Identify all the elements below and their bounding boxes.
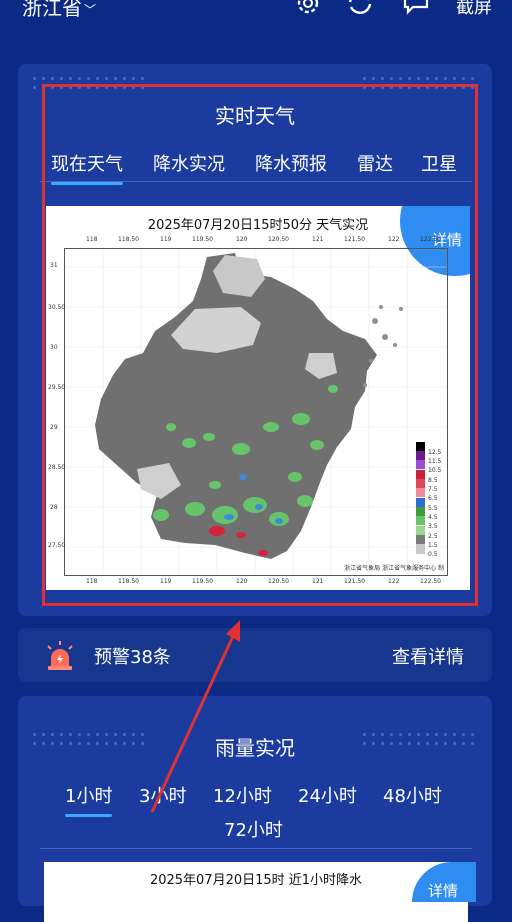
tab-satellite[interactable]: 卫星 xyxy=(421,150,457,176)
x-axis-tick-bottom: 119 xyxy=(160,578,172,585)
tab-24-hours[interactable]: 24小时 xyxy=(298,782,357,808)
tab-underline xyxy=(65,814,113,817)
legend-label: 10.5 xyxy=(428,467,442,474)
x-axis-tick-bottom: 122 xyxy=(388,578,400,585)
rainfall-map-panel[interactable]: 2025年07月20日15时 近1小时降水 详情 xyxy=(44,862,476,922)
y-axis-tick: 28 xyxy=(50,504,58,511)
x-axis-tick-bottom: 121.50 xyxy=(344,578,365,585)
tab-divider xyxy=(40,848,472,849)
x-axis-tick: 118 xyxy=(86,236,98,243)
tab-1-hour[interactable]: 1小时 xyxy=(65,782,113,817)
tab-label: 降水实况 xyxy=(153,154,225,175)
tab-label: 现在天气 xyxy=(51,154,123,175)
section-title: 雨量实况 xyxy=(215,736,295,760)
legend-label: 4.5 xyxy=(428,514,438,521)
x-axis-tick-bottom: 121 xyxy=(312,578,324,585)
tab-precip-forecast[interactable]: 降水预报 xyxy=(255,150,327,176)
y-axis-tick: 29 xyxy=(50,424,58,431)
x-axis-tick: 118.50 xyxy=(118,236,139,243)
legend-label: 6.5 xyxy=(428,495,438,502)
tab-label: 48小时 xyxy=(383,786,442,807)
legend-label: 8.5 xyxy=(428,477,438,484)
top-bar: 浙江省 ﹀ 截屏 xyxy=(0,0,512,26)
rain-legend xyxy=(416,442,425,554)
province-label: 浙江省 xyxy=(22,0,82,20)
x-axis-tick-bottom: 118 xyxy=(86,578,98,585)
zhejiang-map xyxy=(65,249,447,575)
section-title: 实时天气 xyxy=(215,104,295,128)
message-icon[interactable] xyxy=(402,0,430,20)
decor-dots xyxy=(360,74,480,94)
tab-3-hours[interactable]: 3小时 xyxy=(139,782,186,808)
legend-label: 1.5 xyxy=(428,542,438,549)
tab-divider xyxy=(40,181,472,182)
tab-label: 雷达 xyxy=(357,154,393,175)
decor-dots xyxy=(30,74,150,94)
map-credit: 浙江省气象局 浙江省气象服务中心 制 xyxy=(344,565,444,572)
warning-bar[interactable]: 预警38条 查看详情 xyxy=(18,628,492,682)
tab-precip-observed[interactable]: 降水实况 xyxy=(153,150,225,176)
view-details-link[interactable]: 查看详情 xyxy=(392,643,464,669)
x-axis-tick: 119 xyxy=(160,236,172,243)
y-axis-tick: 30 xyxy=(50,344,58,351)
warning-count: 预警38条 xyxy=(94,647,171,668)
x-axis-tick: 119.50 xyxy=(192,236,213,243)
tab-underline xyxy=(51,182,123,185)
tab-label: 12小时 xyxy=(213,786,272,807)
x-axis-tick: 120.50 xyxy=(268,236,289,243)
weather-map-panel[interactable]: 2025年07月20日15时50分 天气实况 详情 118 118.50 119… xyxy=(46,206,470,590)
x-axis-tick-bottom: 120 xyxy=(236,578,248,585)
tab-48-hours[interactable]: 48小时 xyxy=(383,782,442,808)
x-axis-tick: 121.50 xyxy=(344,236,365,243)
x-axis-tick-bottom: 119.50 xyxy=(192,578,213,585)
tab-label: 3小时 xyxy=(139,786,187,807)
y-axis-tick: 29.50 xyxy=(48,384,66,391)
tab-12-hours[interactable]: 12小时 xyxy=(213,782,272,808)
refresh-icon[interactable] xyxy=(346,0,374,20)
tab-radar[interactable]: 雷达 xyxy=(357,150,393,176)
chevron-down-icon: ﹀ xyxy=(84,3,97,17)
x-axis-tick: 122.50 xyxy=(420,236,441,243)
alarm-light-icon xyxy=(47,641,73,670)
tab-label: 72小时 xyxy=(224,820,283,841)
x-axis-tick: 120 xyxy=(236,236,248,243)
legend-label: 5.5 xyxy=(428,505,438,512)
y-axis-tick: 27.50 xyxy=(48,542,66,549)
tab-72-hours[interactable]: 72小时 xyxy=(224,816,283,842)
province-selector[interactable]: 浙江省 ﹀ xyxy=(22,0,96,21)
y-axis-tick: 28.50 xyxy=(48,464,66,471)
legend-label: 11.5 xyxy=(428,458,442,465)
legend-label: 2.5 xyxy=(428,533,438,540)
legend-label: 7.5 xyxy=(428,486,438,493)
map-frame xyxy=(64,248,448,576)
x-axis-tick-bottom: 120.50 xyxy=(268,578,289,585)
x-axis-tick: 122 xyxy=(388,236,400,243)
tab-label: 卫星 xyxy=(421,154,457,175)
x-axis-tick-bottom: 118.50 xyxy=(118,578,139,585)
y-axis-tick: 30.50 xyxy=(48,304,66,311)
detail-button[interactable]: 详情 xyxy=(428,880,458,901)
rain-map-title: 2025年07月20日15时 近1小时降水 xyxy=(149,873,363,888)
legend-label: 0.5 xyxy=(428,551,438,558)
tab-label: 24小时 xyxy=(298,786,357,807)
gear-icon[interactable] xyxy=(294,0,322,20)
screenshot-button[interactable]: 截屏 xyxy=(456,0,492,19)
tab-label: 1小时 xyxy=(65,786,113,807)
x-axis-tick: 121 xyxy=(312,236,324,243)
y-axis-tick: 31 xyxy=(50,262,58,269)
legend-label: 3.5 xyxy=(428,523,438,530)
tab-label: 降水预报 xyxy=(255,154,327,175)
tab-current-weather[interactable]: 现在天气 xyxy=(51,150,123,185)
legend-label: 12.5 xyxy=(428,449,442,456)
x-axis-tick-bottom: 122.50 xyxy=(420,578,441,585)
